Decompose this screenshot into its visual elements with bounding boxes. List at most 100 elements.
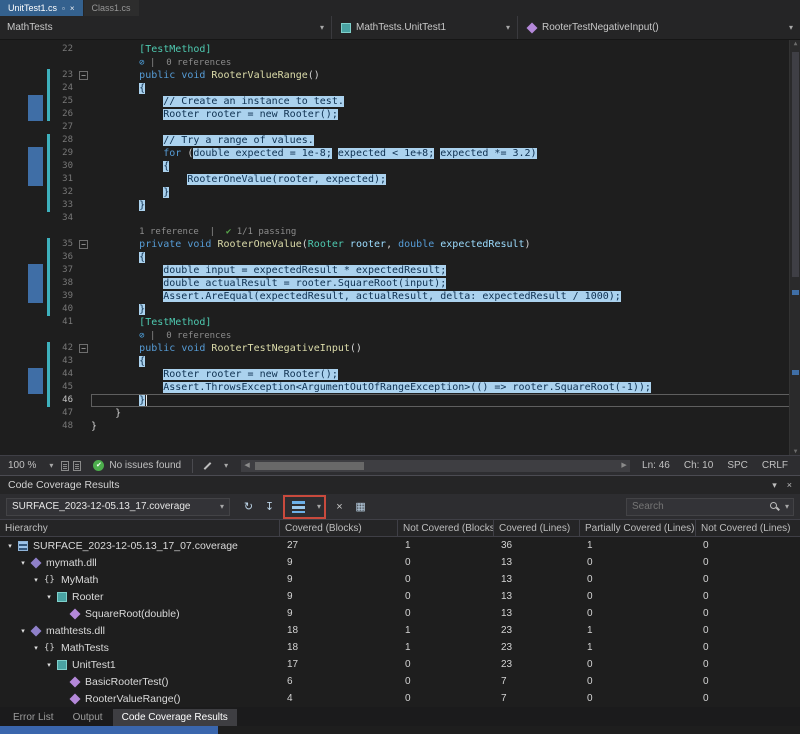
line-number[interactable]: 35 xyxy=(52,238,78,251)
line-number[interactable]: 37 xyxy=(52,264,78,277)
code-line[interactable]: 26 Rooter rooter = new Rooter(); xyxy=(0,108,800,121)
line-number[interactable]: 41 xyxy=(52,316,78,329)
chevron-down-icon[interactable]: ▾ xyxy=(309,502,321,511)
code-line[interactable]: 43 { xyxy=(0,355,800,368)
code-line[interactable]: 28 // Try a range of values. xyxy=(0,134,800,147)
code-line[interactable]: 38 double actualResult = rooter.SquareRo… xyxy=(0,277,800,290)
project-dropdown[interactable]: MathTests ▾ xyxy=(0,16,332,39)
scroll-left-icon[interactable]: ◀ xyxy=(241,460,253,472)
code-line[interactable]: 23− public void RooterValueRange() xyxy=(0,69,800,82)
column-header-not-covered-lines[interactable]: Not Covered (Lines) xyxy=(696,520,800,536)
expand-arrow-icon[interactable]: ▾ xyxy=(43,593,55,601)
status-line[interactable]: Ln: 46 xyxy=(636,460,676,471)
line-number[interactable]: 26 xyxy=(52,108,78,121)
coverage-row[interactable]: ▾SURFACE_2023-12-05.13_17_07.coverage271… xyxy=(0,537,800,554)
code-line[interactable]: 35− private void RooterOneValue(Rooter r… xyxy=(0,238,800,251)
expand-arrow-icon[interactable]: ▾ xyxy=(4,542,16,550)
type-dropdown[interactable]: MathTests.UnitTest1 ▾ xyxy=(332,16,518,39)
code-line[interactable]: 31 RooterOneValue(rooter, expected); xyxy=(0,173,800,186)
code-line[interactable]: 39 Assert.AreEqual(expectedResult, actua… xyxy=(0,290,800,303)
vertical-scrollbar[interactable]: ▲ ▼ xyxy=(789,40,800,455)
code-line[interactable]: 40 } xyxy=(0,303,800,316)
scroll-right-icon[interactable]: ▶ xyxy=(618,460,630,472)
column-header-hierarchy[interactable]: Hierarchy xyxy=(0,520,280,536)
search-box[interactable]: ▾ xyxy=(626,498,794,516)
line-number[interactable]: 36 xyxy=(52,251,78,264)
tab-error-list[interactable]: Error List xyxy=(4,709,63,726)
member-dropdown[interactable]: RooterTestNegativeInput() ▾ xyxy=(518,16,800,39)
line-number[interactable]: 47 xyxy=(52,407,78,420)
coverage-row[interactable]: ▾UnitTest11702300 xyxy=(0,656,800,673)
show-coverage-coloring-button[interactable] xyxy=(289,498,308,516)
horizontal-scrollbar[interactable]: ◀ ▶ xyxy=(241,460,630,472)
coverage-row[interactable]: ▾mymath.dll901300 xyxy=(0,554,800,571)
scroll-up-icon[interactable]: ▲ xyxy=(790,40,800,47)
line-number[interactable]: 42 xyxy=(52,342,78,355)
expand-arrow-icon[interactable]: ▾ xyxy=(30,644,42,652)
tab-output[interactable]: Output xyxy=(64,709,112,726)
expand-arrow-icon[interactable]: ▾ xyxy=(17,559,29,567)
coverage-row[interactable]: ▾mathtests.dll1812310 xyxy=(0,622,800,639)
code-line[interactable]: 48} xyxy=(0,420,800,433)
code-line[interactable]: 22 [TestMethod] xyxy=(0,43,800,56)
coverage-row[interactable]: BasicRooterTest()60700 xyxy=(0,673,800,690)
code-line[interactable]: 25 // Create an instance to test. xyxy=(0,95,800,108)
line-number[interactable] xyxy=(52,225,78,238)
coverage-file-dropdown[interactable]: SURFACE_2023-12-05.13_17.coverage ▾ xyxy=(6,498,230,516)
search-icon[interactable] xyxy=(769,501,780,512)
line-number[interactable]: 27 xyxy=(52,121,78,134)
line-number[interactable]: 43 xyxy=(52,355,78,368)
chevron-down-icon[interactable]: ▾ xyxy=(783,502,789,511)
column-header-not-covered-blocks[interactable]: Not Covered (Blocks) xyxy=(398,520,494,536)
line-number[interactable] xyxy=(52,56,78,69)
column-header-covered-blocks[interactable]: Covered (Blocks) xyxy=(280,520,398,536)
coverage-row[interactable]: RooterValueRange()40700 xyxy=(0,690,800,707)
code-line[interactable]: 46 } xyxy=(0,394,800,407)
line-number[interactable]: 39 xyxy=(52,290,78,303)
status-column[interactable]: Ch: 10 xyxy=(678,460,719,471)
column-header-covered-lines[interactable]: Covered (Lines) xyxy=(494,520,580,536)
code-line[interactable]: 29 for (double expected = 1e-8; expected… xyxy=(0,147,800,160)
expand-arrow-icon[interactable]: ▾ xyxy=(30,576,42,584)
code-line[interactable]: 32 } xyxy=(0,186,800,199)
code-line[interactable]: 44 Rooter rooter = new Rooter(); xyxy=(0,368,800,381)
zoom-dropdown[interactable]: 100 % ▾ xyxy=(0,456,61,475)
collapse-icon[interactable]: − xyxy=(79,344,88,353)
line-number[interactable]: 24 xyxy=(52,82,78,95)
coverage-row[interactable]: SquareRoot(double)901300 xyxy=(0,605,800,622)
code-line[interactable]: 42− public void RooterTestNegativeInput(… xyxy=(0,342,800,355)
line-number[interactable]: 29 xyxy=(52,147,78,160)
line-number[interactable]: 44 xyxy=(52,368,78,381)
code-line[interactable]: 34 xyxy=(0,212,800,225)
document-health-indicator[interactable]: ✔ No issues found xyxy=(85,456,189,475)
tab-code-coverage-results[interactable]: Code Coverage Results xyxy=(113,709,237,726)
export-results-icon[interactable]: ▦ xyxy=(351,498,370,516)
code-line[interactable]: 41 [TestMethod] xyxy=(0,316,800,329)
scrollbar-thumb[interactable] xyxy=(255,462,364,470)
close-icon[interactable]: × xyxy=(70,4,75,13)
coverage-row[interactable]: ▾Rooter901300 xyxy=(0,588,800,605)
line-number[interactable]: 38 xyxy=(52,277,78,290)
column-header-partially-covered-lines[interactable]: Partially Covered (Lines) xyxy=(580,520,696,536)
sync-icon[interactable]: ↻ xyxy=(239,498,258,516)
window-position-icon[interactable]: ▾ xyxy=(772,480,777,491)
codelens-row[interactable]: ⊘ | 0 references xyxy=(0,329,800,342)
collapse-icon[interactable]: − xyxy=(79,71,88,80)
close-icon[interactable]: × xyxy=(787,480,792,491)
coverage-row[interactable]: ▾{}MathTests1812310 xyxy=(0,639,800,656)
coverage-panel-header[interactable]: Code Coverage Results ▾ × xyxy=(0,475,800,494)
line-number[interactable]: 46 xyxy=(52,394,78,407)
collapse-icon[interactable]: − xyxy=(79,240,88,249)
code-line[interactable]: 27 xyxy=(0,121,800,134)
code-line[interactable]: 24 { xyxy=(0,82,800,95)
line-number[interactable]: 30 xyxy=(52,160,78,173)
tab-class1[interactable]: Class1.cs xyxy=(84,0,139,16)
line-number[interactable]: 25 xyxy=(52,95,78,108)
code-line[interactable]: 45 Assert.ThrowsException<ArgumentOutOfR… xyxy=(0,381,800,394)
line-number[interactable]: 31 xyxy=(52,173,78,186)
line-number[interactable]: 45 xyxy=(52,381,78,394)
remove-coverage-icon[interactable]: × xyxy=(330,498,349,516)
codelens-row[interactable]: 1 reference | ✔ 1/1 passing xyxy=(0,225,800,238)
expand-arrow-icon[interactable]: ▾ xyxy=(17,627,29,635)
code-line[interactable]: 37 double input = expectedResult * expec… xyxy=(0,264,800,277)
